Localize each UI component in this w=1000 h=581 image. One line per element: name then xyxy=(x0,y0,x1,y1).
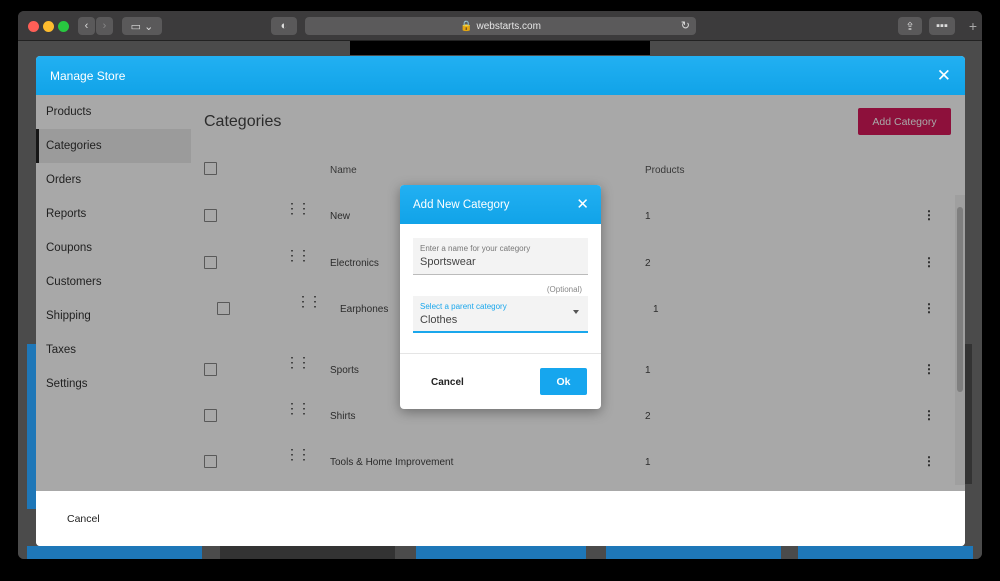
forward-button[interactable]: › xyxy=(96,17,113,35)
background-bar xyxy=(350,41,650,55)
parent-category-label: Select a parent category xyxy=(420,302,507,311)
background-panel xyxy=(27,546,202,559)
tab-overview-button[interactable]: ▪▪▪ xyxy=(929,17,955,35)
cancel-button[interactable]: Cancel xyxy=(67,513,100,525)
chevron-right-icon: › xyxy=(102,20,107,32)
modal-header: Manage Store ✕ xyxy=(36,56,965,95)
divider xyxy=(400,353,601,354)
lock-icon: 🔒 xyxy=(460,20,473,32)
privacy-shield-button[interactable]: ◐ xyxy=(271,17,297,35)
category-name-label: Enter a name for your category xyxy=(420,244,531,253)
dialog-cancel-button[interactable]: Cancel xyxy=(431,377,464,388)
close-window-button[interactable] xyxy=(28,21,39,32)
browser-toolbar: ‹ › ▭ ⌄ ◐ 🔒 webstarts.com ↻ ⇪ ▪▪▪ + xyxy=(18,11,982,41)
new-tab-button[interactable]: + xyxy=(964,17,982,35)
background-panel xyxy=(798,546,973,559)
shield-icon: ◐ xyxy=(280,20,288,32)
reload-icon[interactable]: ↻ xyxy=(681,19,690,32)
category-name-field[interactable]: Enter a name for your category Sportswea… xyxy=(413,238,588,275)
share-icon: ⇪ xyxy=(905,20,915,33)
sidebar-toggle-button[interactable]: ▭ ⌄ xyxy=(122,17,162,35)
dialog-header: Add New Category ✕ xyxy=(400,185,601,224)
back-button[interactable]: ‹ xyxy=(78,17,95,35)
minimize-window-button[interactable] xyxy=(43,21,54,32)
background-panel xyxy=(606,546,781,559)
ok-button[interactable]: Ok xyxy=(540,368,587,395)
background-panel xyxy=(220,546,395,559)
category-name-value: Sportswear xyxy=(420,256,476,268)
optional-hint: (Optional) xyxy=(546,285,582,294)
dropdown-arrow-icon xyxy=(573,310,579,314)
zoom-window-button[interactable] xyxy=(58,21,69,32)
address-bar[interactable]: 🔒 webstarts.com ↻ xyxy=(305,17,696,35)
parent-category-value: Clothes xyxy=(420,314,458,326)
sidebar-icon: ▭ ⌄ xyxy=(130,20,154,33)
plus-icon: + xyxy=(968,18,978,34)
modal-title: Manage Store xyxy=(50,68,126,83)
background-panel xyxy=(416,546,586,559)
url-text: webstarts.com xyxy=(476,20,541,32)
parent-category-select[interactable]: Select a parent category Clothes xyxy=(413,296,588,333)
modal-footer: Cancel xyxy=(36,491,965,546)
chevron-left-icon: ‹ xyxy=(84,20,89,32)
add-category-dialog: Add New Category ✕ Enter a name for your… xyxy=(400,185,601,409)
share-button[interactable]: ⇪ xyxy=(898,17,922,35)
close-icon[interactable]: ✕ xyxy=(576,197,589,212)
dialog-title: Add New Category xyxy=(413,198,510,211)
close-icon[interactable]: ✕ xyxy=(937,67,951,84)
grid-icon: ▪▪▪ xyxy=(936,20,948,32)
